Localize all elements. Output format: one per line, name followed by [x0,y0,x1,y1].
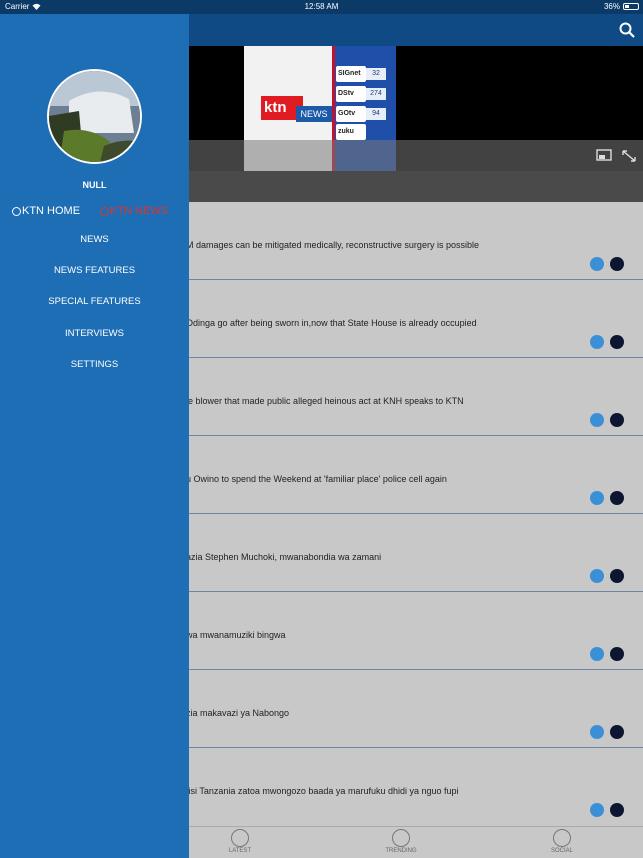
bookmark-icon[interactable] [610,725,624,739]
tab-label: TRENDING [385,848,417,854]
megaphone-icon [231,829,249,847]
fullscreen-icon[interactable] [621,149,637,163]
clock: 12:58 AM [304,2,339,11]
tab-latest[interactable]: LATEST [210,829,270,857]
channel-number: 32 [366,68,386,80]
menu-item-settings[interactable]: SETTINGS [0,359,189,370]
flame-icon [392,829,410,847]
ktn-logo-sub: NEWS [296,106,332,122]
bookmark-icon[interactable] [610,647,624,661]
bookmark-icon[interactable] [610,257,624,271]
channel-logo: zuku [336,124,366,140]
bookmark-icon[interactable] [610,569,624,583]
share-icon[interactable] [590,491,604,505]
share-icon[interactable] [590,803,604,817]
share-icon[interactable] [590,647,604,661]
channel-logo: SIGnet [336,66,366,82]
article-title: fisi Tanzania zatoa mwongozo baada ya ma… [186,786,459,796]
share-icon[interactable] [590,725,604,739]
screencast-icon[interactable] [596,149,612,163]
share-icon[interactable] [590,413,604,427]
radio-label: KTN NEWS [110,205,169,217]
menu-item-special-features[interactable]: SPECIAL FEATURES [0,296,189,307]
article-title: azia Stephen Muchoki, mwanabondia wa zam… [186,552,382,562]
bookmark-icon[interactable] [610,491,624,505]
channel-number: 94 [366,108,386,120]
menu-item-news-features[interactable]: NEWS FEATURES [0,265,189,276]
menu-item-interviews[interactable]: INTERVIEWS [0,328,189,339]
people-icon [553,829,571,847]
menu-item-news[interactable]: NEWS [0,234,189,245]
article-title: Odinga go after being sworn in,now that … [186,318,477,328]
radio-ktn-home[interactable]: KTN HOME [12,205,80,217]
tab-label: SOCIAL [550,848,573,854]
bookmark-icon[interactable] [610,335,624,349]
search-icon[interactable] [619,22,635,38]
article-title: le blower that made public alleged heino… [186,396,464,406]
radio-circle-icon [12,206,21,216]
tab-social[interactable]: SOCIAL [532,829,592,857]
battery-icon [623,3,639,10]
share-icon[interactable] [590,257,604,271]
channel-logo: DStv [336,86,366,102]
username: NULL [82,180,107,190]
bookmark-icon[interactable] [610,413,624,427]
article-title: M damages can be mitigated medically, re… [186,240,479,250]
share-icon[interactable] [590,335,604,349]
channel-logo: GOtv [336,106,366,122]
article-title: wa mwanamuziki bingwa [186,630,286,640]
avatar[interactable] [47,69,142,164]
status-bar: Carrier 12:58 AM 36% [0,0,643,14]
tab-trending[interactable]: TRENDING [371,829,431,857]
article-title: u Owino to spend the Weekend at 'familia… [186,474,447,484]
radio-label: KTN HOME [22,205,81,217]
share-icon[interactable] [590,569,604,583]
radio-ktn-news[interactable]: KTN NEWS [100,205,168,217]
radio-circle-icon [100,206,109,216]
tab-label: LATEST [228,848,252,854]
channel-number: 274 [366,88,386,100]
side-drawer: NULL KTN HOME KTN NEWS NEWS NEWS FEATURE… [0,14,189,858]
article-title: zia makavazi ya Nabongo [186,708,290,718]
bookmark-icon[interactable] [610,803,624,817]
battery-percent: 36% [603,2,620,11]
waterfall-photo [49,71,140,162]
